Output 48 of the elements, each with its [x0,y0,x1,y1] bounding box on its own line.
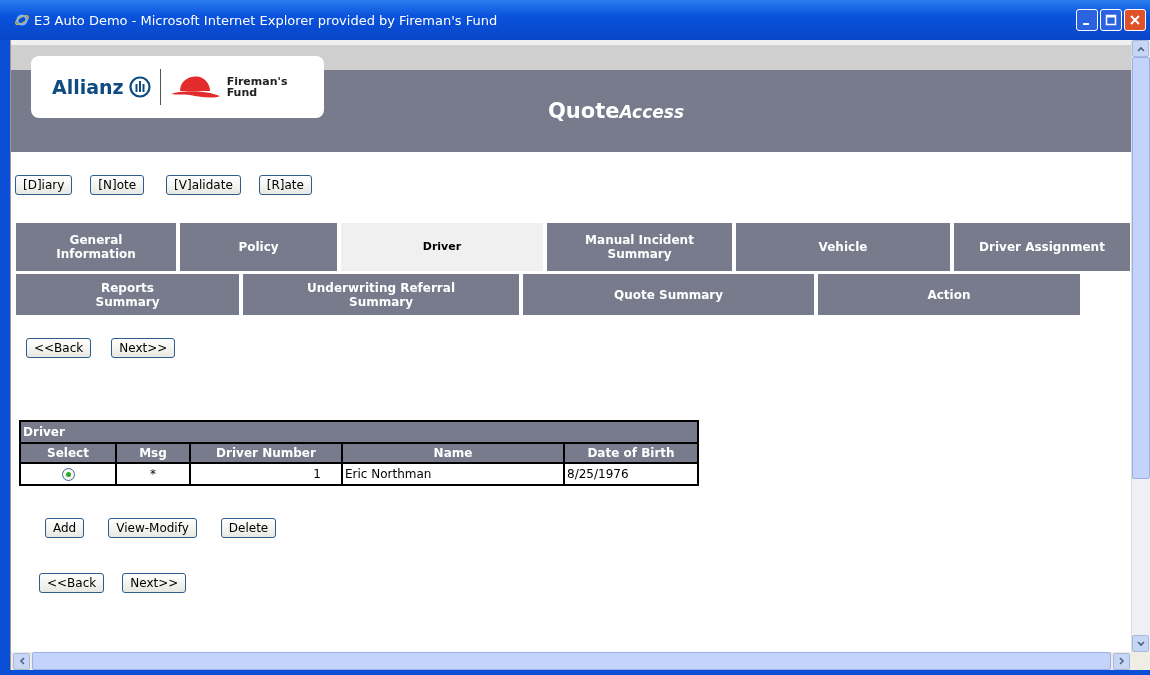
scroll-right-icon[interactable] [1116,656,1127,666]
radio-button[interactable] [61,468,75,481]
table-cell: * [116,463,190,485]
toolbar-button[interactable]: [V]alidate [166,175,241,195]
browser-icon [14,12,30,28]
tab[interactable]: Reports Summary [16,274,239,315]
maximize-icon [1105,14,1117,26]
tab[interactable]: Action [818,274,1080,315]
column-header: Msg [116,443,190,463]
tab[interactable]: Driver Assignment [954,223,1130,271]
logo-text: Fund [226,87,259,98]
nav-button[interactable]: Next>> [122,573,187,593]
nav-button[interactable]: <<Back [39,573,105,593]
nav-button[interactable]: Next>> [111,338,176,358]
toolbar-button[interactable]: [N]ote [90,175,145,195]
close-button[interactable] [1124,9,1146,31]
action-button[interactable]: View-Modify [108,518,197,538]
tab[interactable]: Driver [341,223,543,271]
vertical-scrollbar[interactable] [1131,40,1150,652]
logo-text: Allianz [52,76,124,98]
nav-button[interactable]: <<Back [26,338,92,358]
window-title: E3 Auto Demo - Microsoft Internet Explorer provided by Fireman's Fund [34,12,499,28]
tab[interactable]: Quote Summary [523,274,814,315]
tab[interactable]: General Information [16,223,176,271]
table-cell: Eric Northman [342,463,564,485]
tab[interactable]: Manual Incident Summary [547,223,732,271]
table-cell: 1 [190,463,342,485]
minimize-button[interactable] [1076,9,1098,31]
table-title: Driver [20,421,698,443]
maximize-button[interactable] [1100,9,1122,31]
column-header: Date of Birth [564,443,698,463]
toolbar-button[interactable]: [R]ate [258,175,312,195]
action-button[interactable]: Add [45,518,85,538]
column-header: Driver Number [190,443,342,463]
horizontal-scrollbar[interactable] [11,652,1150,670]
tab[interactable]: Policy [180,223,337,271]
tab[interactable]: Underwriting Referral Summary [243,274,519,315]
column-header: Name [342,443,564,463]
minimize-icon [1082,22,1089,25]
scroll-down-icon[interactable] [1135,638,1146,649]
close-icon [1129,14,1141,26]
toolbar-button[interactable]: [D]iary [15,175,73,195]
tab[interactable]: Vehicle [736,223,950,271]
table-cell: 8/25/1976 [564,463,698,485]
column-header: Select [20,443,116,463]
app-name: QuoteAccess [547,99,685,123]
action-button[interactable]: Delete [220,518,277,538]
logo-text: Fireman's [226,76,288,87]
